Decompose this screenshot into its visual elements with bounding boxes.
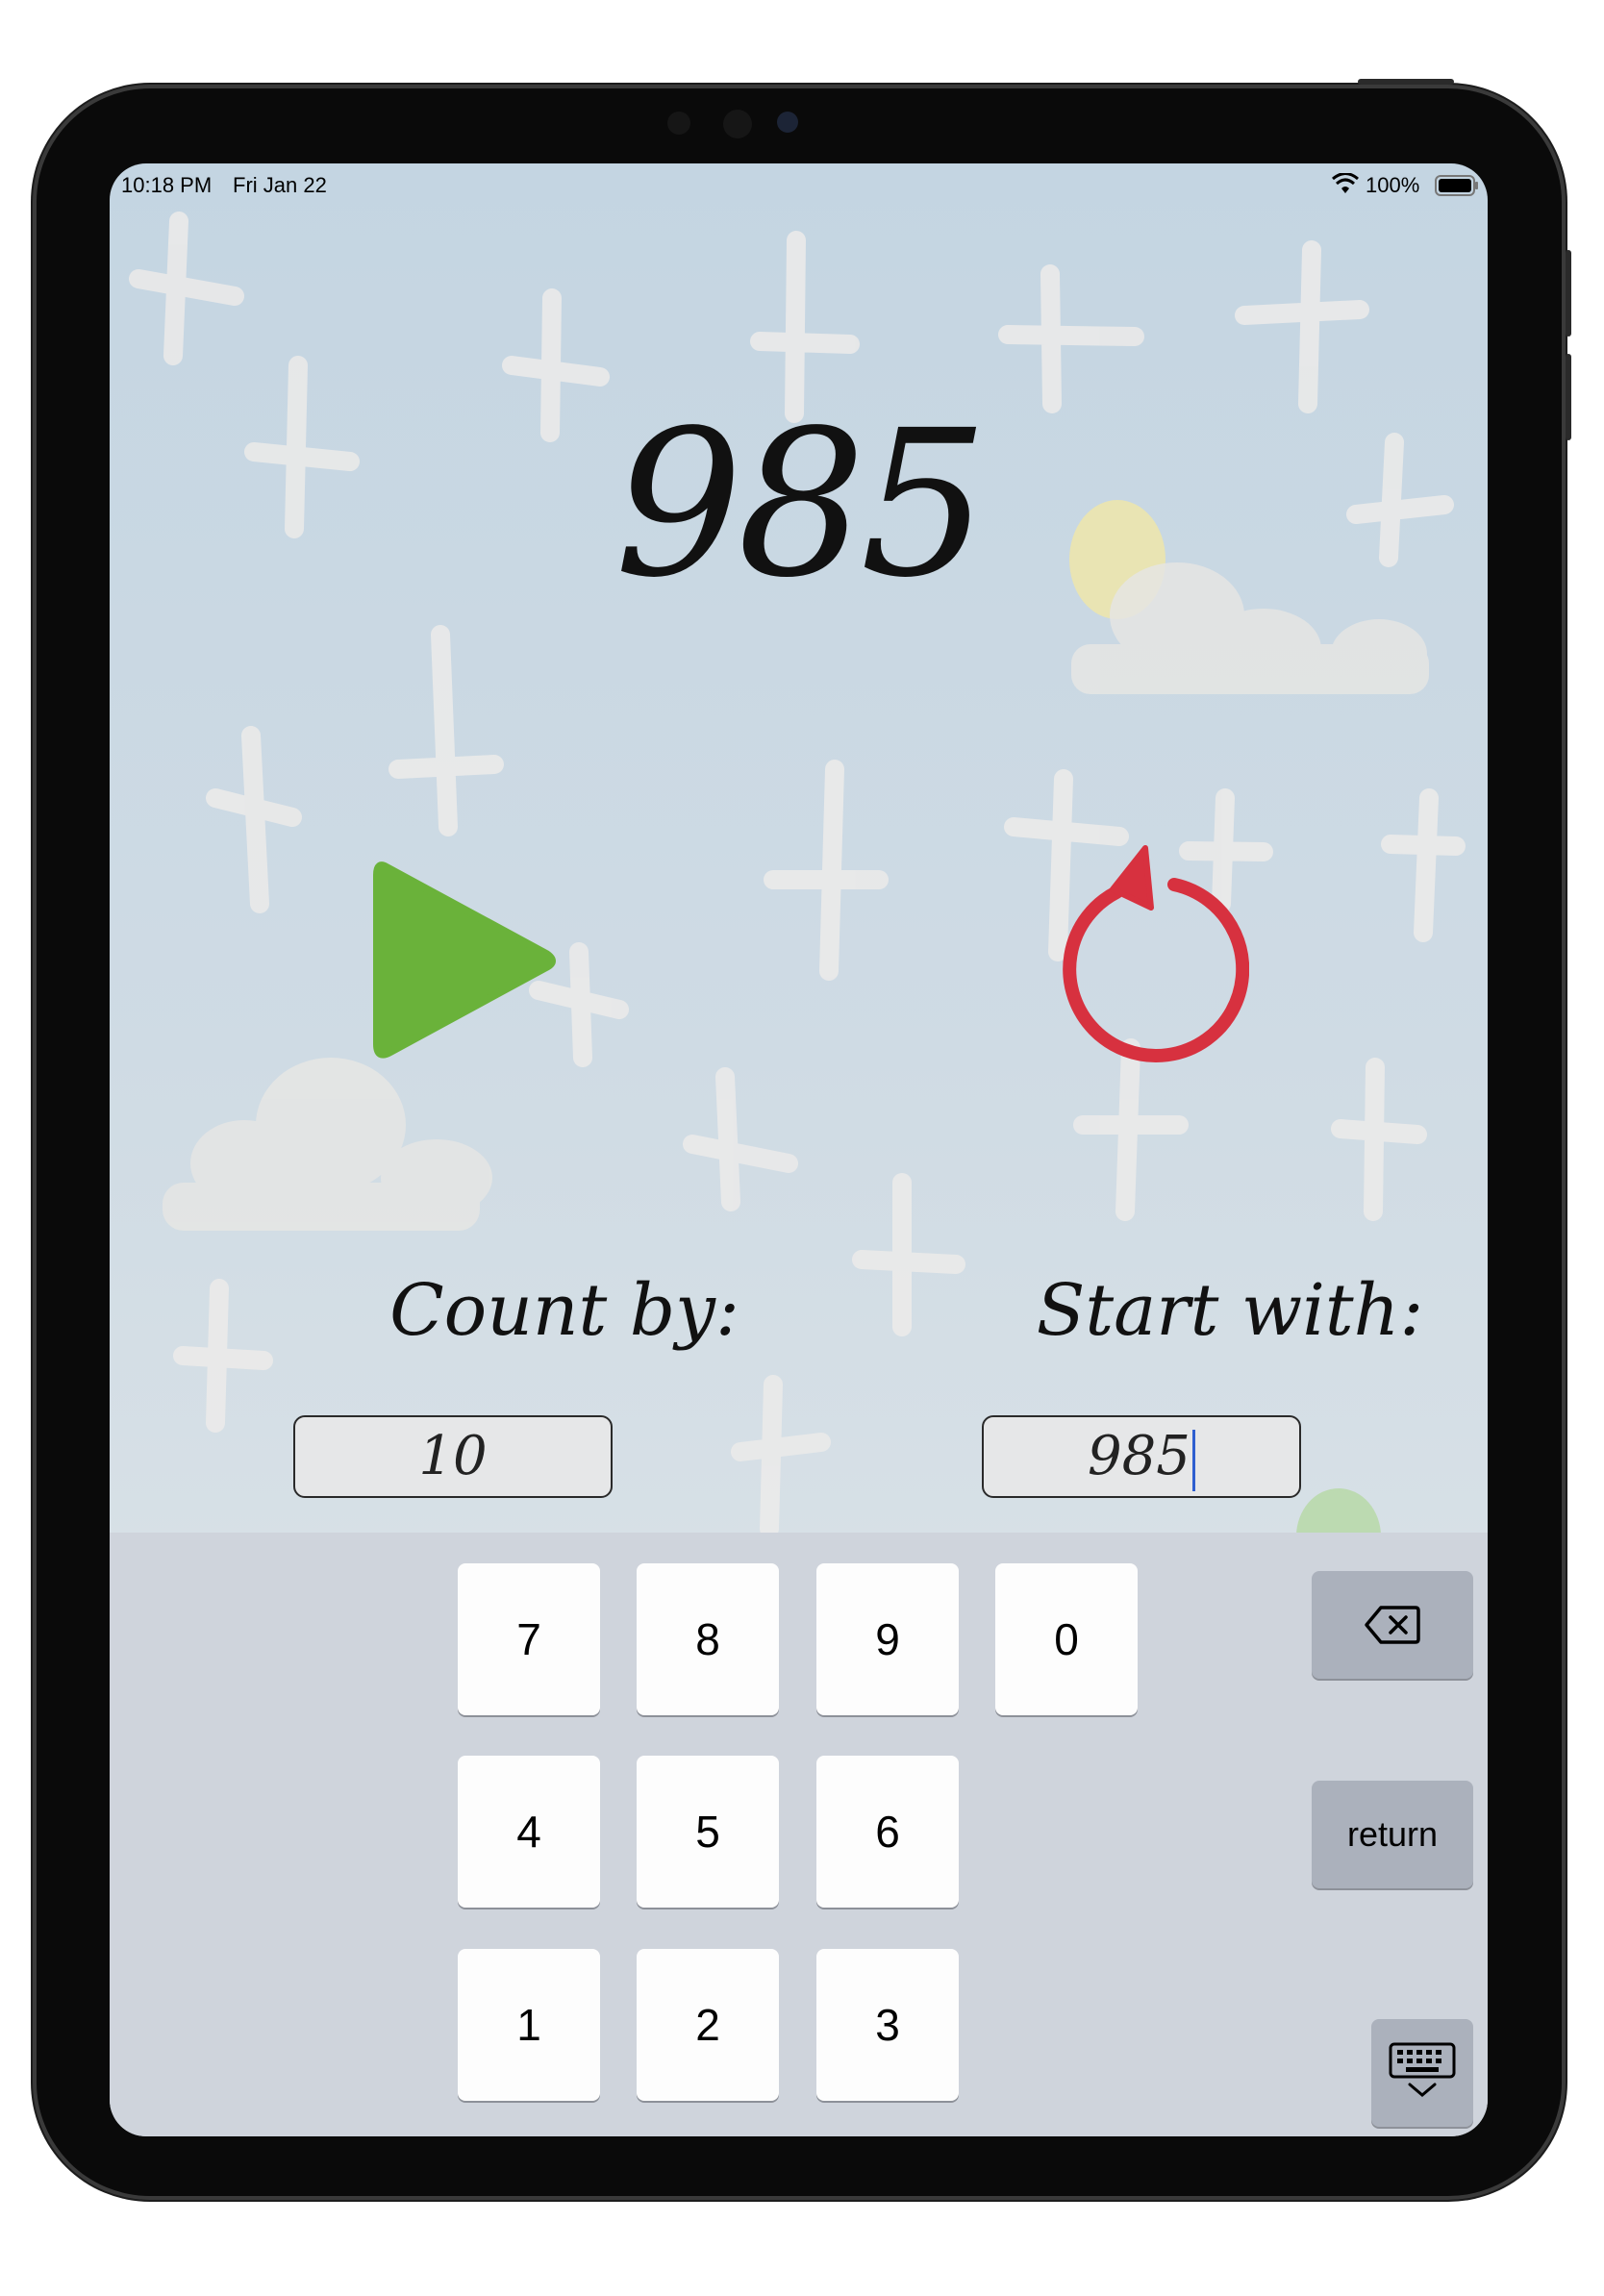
volume-up-button [1566,250,1571,337]
top-button [1358,79,1454,85]
camera-sensor [667,112,690,135]
return-button[interactable]: return [1312,1781,1473,1888]
status-bar: 10:18 PM Fri Jan 22 100% [110,163,1488,206]
play-icon [373,861,556,1059]
reset-icon [1063,845,1250,1062]
camera-sensor [723,110,752,138]
keyboard-dismiss-icon [1389,2042,1456,2097]
play-button[interactable] [367,856,569,1067]
front-camera [777,112,798,133]
start-with-input[interactable]: 985 [982,1415,1301,1498]
count-by-input[interactable]: 10 [293,1415,613,1498]
status-date: Fri Jan 22 [233,173,327,197]
key-2[interactable]: 2 [637,1949,779,2101]
backspace-icon [1365,1606,1420,1644]
numeric-keyboard: 7 8 9 0 4 5 6 1 2 3 return [110,1533,1488,2136]
key-6[interactable]: 6 [816,1756,959,1908]
count-by-value: 10 [418,1425,488,1487]
status-time: 10:18 PM [121,173,213,197]
battery-percent: 100% [1366,173,1420,197]
key-8[interactable]: 8 [637,1563,779,1715]
count-by-label: Count by: [389,1269,739,1352]
key-3[interactable]: 3 [816,1949,959,2101]
app-screen: 10:18 PM Fri Jan 22 100% 985 Count by: S… [110,163,1488,2136]
wifi-icon [1332,172,1359,196]
dismiss-keyboard-button[interactable] [1371,2019,1473,2127]
key-1[interactable]: 1 [458,1949,600,2101]
volume-down-button [1566,354,1571,440]
delete-button[interactable] [1312,1571,1473,1679]
return-label: return [1346,1814,1439,1854]
counter-display: 985 [614,387,989,622]
key-9[interactable]: 9 [816,1563,959,1715]
key-4[interactable]: 4 [458,1756,600,1908]
battery-icon [1435,175,1479,196]
start-with-value: 985 [1088,1425,1190,1487]
key-7[interactable]: 7 [458,1563,600,1715]
key-5[interactable]: 5 [637,1756,779,1908]
text-caret [1191,1429,1195,1491]
key-0[interactable]: 0 [995,1563,1138,1715]
reset-button[interactable] [1028,836,1250,1067]
start-with-label: Start with: [1036,1269,1424,1352]
